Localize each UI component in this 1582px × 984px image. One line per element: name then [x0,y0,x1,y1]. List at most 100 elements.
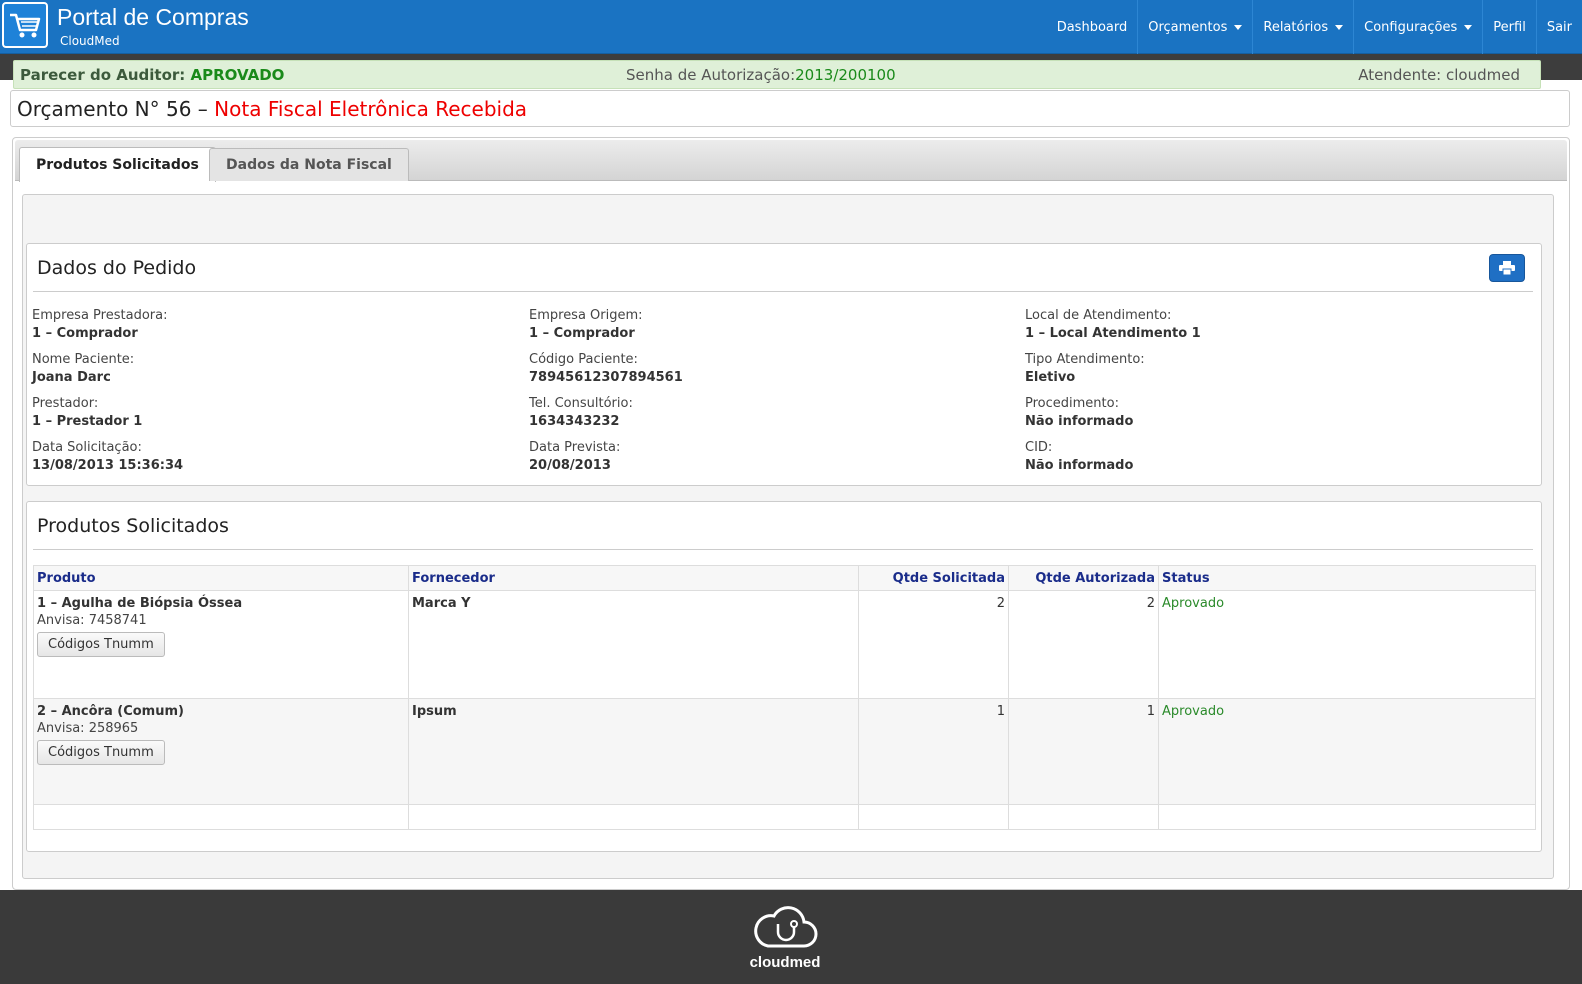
auditor-value: APROVADO [190,66,285,84]
field-local-atendimento: Local de Atendimento: 1 – Local Atendimen… [1025,307,1201,343]
footer: cloudmed [0,890,1582,984]
print-button[interactable] [1489,254,1525,282]
field-value: 1634343232 [529,414,620,429]
cell-qtde-solicitada: 1 [858,698,1009,805]
field-value: 1 – Prestador 1 [32,414,143,429]
nav-perfil-label: Perfil [1493,19,1526,35]
nav-configuracoes-label: Configurações [1364,19,1458,35]
nav-relatorios-label: Relatórios [1263,19,1329,35]
cell-status: Aprovado [1158,590,1536,699]
footer-logo-text: cloudmed [749,954,821,971]
tab-produtos-solicitados[interactable]: Produtos Solicitados [19,147,216,182]
nav-relatorios[interactable]: Relatórios [1252,0,1353,54]
table-empty-row [33,804,1536,830]
field-label: Nome Paciente: [32,352,135,367]
cell-fornecedor: Marca Y [408,590,859,699]
main-nav: Dashboard Orçamentos Relatórios Configur… [1047,0,1582,54]
field-codigo-paciente: Código Paciente: 78945612307894561 [529,351,683,387]
field-label: Procedimento: [1025,396,1119,411]
nav-orcamentos[interactable]: Orçamentos [1137,0,1252,54]
field-label: Prestador: [32,396,99,411]
field-tipo-atendimento: Tipo Atendimento: Eletivo [1025,351,1145,387]
produtos-title: Produtos Solicitados [37,515,229,537]
nav-sair[interactable]: Sair [1535,0,1582,54]
orcamento-number: 56 [166,97,192,121]
top-navbar: Portal de Compras CloudMed Dashboard Orç… [0,0,1582,54]
field-value: 78945612307894561 [529,370,683,385]
nav-dashboard-label: Dashboard [1056,19,1128,35]
nav-sair-label: Sair [1546,19,1572,35]
shopping-cart-icon[interactable] [2,2,48,48]
cell-qtde-autorizada: 1 [1008,698,1159,805]
field-label: Empresa Prestadora: [32,308,168,323]
empty-cell [858,804,1009,830]
auditor-status-bar: Parecer do Auditor: APROVADO Senha de Au… [13,60,1541,89]
caret-down-icon [1234,24,1243,30]
orcamento-status-title: Nota Fiscal Eletrônica Recebida [214,97,528,121]
field-nome-paciente: Nome Paciente: Joana Darc [32,351,134,387]
produtos-table: Produto Fornecedor Qtde Solicitada Qtde … [33,565,1536,830]
product-name: 1 – Agulha de Biópsia Óssea [37,596,243,611]
produtos-box: Produtos Solicitados Produto Fornecedor … [26,501,1542,852]
nav-configuracoes[interactable]: Configurações [1353,0,1482,54]
field-tel-consultorio: Tel. Consultório: 1634343232 [529,395,633,431]
field-empresa-origem: Empresa Origem: 1 – Comprador [529,307,643,343]
field-label: Código Paciente: [529,352,638,367]
empty-cell [1158,804,1536,830]
codigos-tnumm-button[interactable]: Códigos Tnumm [37,632,165,657]
empty-cell [1008,804,1159,830]
pedido-title: Dados do Pedido [37,257,197,279]
field-label: Tel. Consultório: [529,396,633,411]
codigos-tnumm-button[interactable]: Códigos Tnumm [37,740,165,765]
col-qtde-autorizada[interactable]: Qtde Autorizada [1008,565,1159,591]
cell-qtde-autorizada: 2 [1008,590,1159,699]
app-subtitle: CloudMed [60,34,120,48]
table-row: 1 – Agulha de Biópsia Óssea Anvisa: 7458… [33,590,1536,699]
cell-fornecedor: Ipsum [408,698,859,805]
product-name: 2 – Ancôra (Comum) [37,704,184,719]
auditor-opinion: Parecer do Auditor: APROVADO [20,66,284,84]
empty-cell [33,804,409,830]
nav-perfil[interactable]: Perfil [1482,0,1536,54]
field-value: Joana Darc [32,370,111,385]
cloudmed-logo: cloudmed [745,902,825,972]
field-data-solicitacao: Data Solicitação: 13/08/2013 15:36:34 [32,439,183,475]
title-prefix: Orçamento N° [17,97,166,121]
field-value: 20/08/2013 [529,458,611,473]
empty-cell [408,804,859,830]
field-value: Eletivo [1025,370,1076,385]
col-fornecedor[interactable]: Fornecedor [408,565,859,591]
field-value: Não informado [1025,458,1134,473]
field-value: 13/08/2013 15:36:34 [32,458,184,473]
page-title: Orçamento N° 56 – Nota Fiscal Eletrônica… [10,90,1570,127]
title-separator: – [191,97,215,121]
table-header-row: Produto Fornecedor Qtde Solicitada Qtde … [33,565,1536,591]
tab-strip: Produtos Solicitados Dados da Nota Fisca… [15,140,1567,182]
field-label: Data Prevista: [529,440,621,455]
col-status[interactable]: Status [1158,565,1536,591]
cell-qtde-solicitada: 2 [858,590,1009,699]
table-row: 2 – Ancôra (Comum) Anvisa: 258965 Código… [33,698,1536,805]
cell-produto: 1 – Agulha de Biópsia Óssea Anvisa: 7458… [33,590,409,699]
tab-dados-nota-fiscal[interactable]: Dados da Nota Fiscal [209,148,409,181]
nav-dashboard[interactable]: Dashboard [1047,0,1138,54]
field-label: Data Solicitação: [32,440,142,455]
app-title[interactable]: Portal de Compras [57,4,249,31]
col-qtde-solicitada[interactable]: Qtde Solicitada [858,565,1009,591]
senha-label: Senha de Autorização: [626,66,796,84]
nav-orcamentos-label: Orçamentos [1148,19,1228,35]
auditor-label: Parecer do Auditor: [20,66,191,84]
field-label: Tipo Atendimento: [1025,352,1145,367]
product-anvisa: Anvisa: 7458741 [37,613,147,628]
field-value: 1 – Local Atendimento 1 [1025,326,1201,341]
pedido-divider [33,291,1533,292]
cell-produto: 2 – Ancôra (Comum) Anvisa: 258965 Código… [33,698,409,805]
authorization-code: Senha de Autorização:2013/200100 [626,66,896,84]
senha-value: 2013/200100 [795,66,896,84]
field-procedimento: Procedimento: Não informado [1025,395,1133,431]
col-produto[interactable]: Produto [33,565,409,591]
field-label: CID: [1025,440,1053,455]
cell-status: Aprovado [1158,698,1536,805]
cloud-stethoscope-icon [754,906,818,948]
attendant: Atendente: cloudmed [1358,66,1520,84]
